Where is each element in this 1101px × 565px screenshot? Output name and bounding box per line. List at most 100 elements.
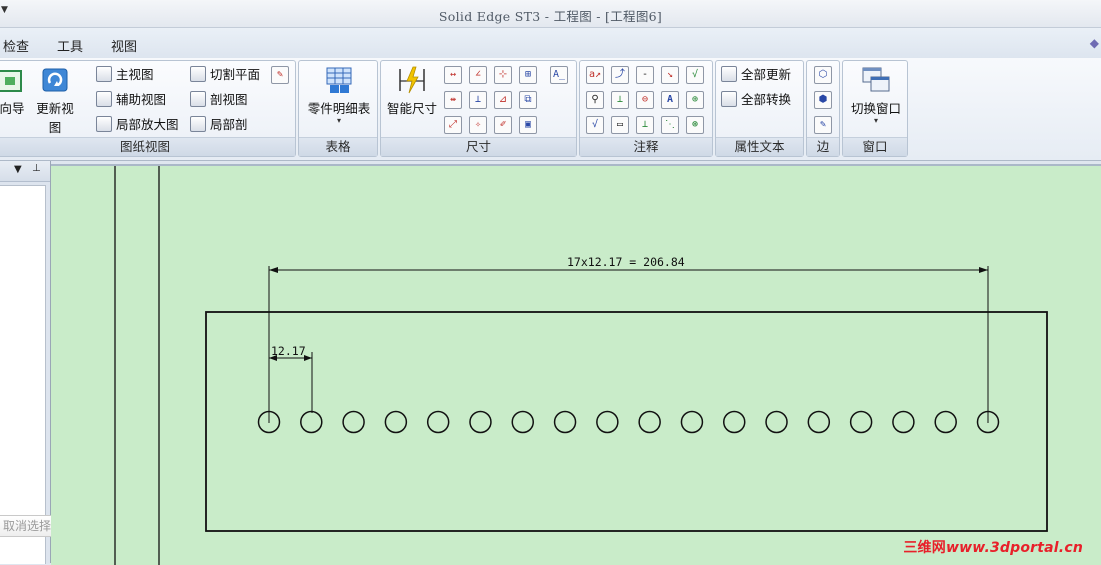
hole-circle[interactable] xyxy=(680,410,704,434)
broken-out-label: 局部剖 xyxy=(210,117,248,132)
hole-circle[interactable] xyxy=(596,410,619,434)
hole-circle[interactable] xyxy=(553,410,577,434)
angular-coordinate-icon[interactable]: ⊿ xyxy=(494,91,512,109)
part-outline[interactable] xyxy=(205,311,1048,532)
hole-circle[interactable] xyxy=(807,410,831,434)
edge-condition-icon[interactable]: √ xyxy=(586,116,604,134)
hole-circle[interactable] xyxy=(511,410,535,434)
aux-view-icon xyxy=(96,91,112,107)
smart-dimension-button[interactable]: 智能尺寸 xyxy=(384,65,440,117)
convert-all-label: 全部转换 xyxy=(741,92,792,107)
callout-icon[interactable]: a↗ xyxy=(586,66,604,84)
retrieve-dimension-icon[interactable]: ⧉ xyxy=(519,91,537,109)
view-wizard-button[interactable]: 向导 xyxy=(0,65,29,117)
datum-frame-icon[interactable]: ⊥ xyxy=(611,91,629,109)
detail-view-button[interactable]: 局部放大图 xyxy=(96,115,179,135)
hole-circle[interactable] xyxy=(849,410,873,434)
center-line-icon[interactable]: ⟂ xyxy=(636,116,654,134)
leader-icon[interactable]: ⤴ xyxy=(611,66,629,84)
angle-dimension-icon[interactable]: ∠ xyxy=(469,66,487,84)
hole-circle[interactable] xyxy=(384,410,408,434)
chamfer-dimension-icon[interactable]: ⊞ xyxy=(519,66,537,84)
dimension-style-icon[interactable]: ✧ xyxy=(469,116,487,134)
panel-header: ▼ ⊥ xyxy=(0,161,50,182)
weld-symbol-icon[interactable]: ↘ xyxy=(661,66,679,84)
symmetric-diameter-icon[interactable]: ⇹ xyxy=(444,91,462,109)
ribbon: 向导 更新视图 主视图 辅助视图 局部放大图 切割平面 ✎ 剖视图 局部剖 图纸… xyxy=(0,58,1101,161)
cutting-plane-label: 切割平面 xyxy=(210,67,261,82)
update-views-button[interactable]: 更新视图 xyxy=(31,65,79,136)
switch-window-label: 切换窗口 xyxy=(850,101,901,116)
dimension-group-icon[interactable]: ▣ xyxy=(519,116,537,134)
aux-view-button[interactable]: 辅助视图 xyxy=(96,90,166,110)
feature-control-frame-icon[interactable]: -A- xyxy=(636,66,654,84)
hole-circle[interactable] xyxy=(300,410,323,434)
update-all-button[interactable]: 全部更新 xyxy=(721,65,791,85)
copy-dimension-icon[interactable]: ✐ xyxy=(494,116,512,134)
hide-edges-cube-icon[interactable]: ⬢ xyxy=(814,91,832,109)
main-view-button[interactable]: 主视图 xyxy=(96,65,154,85)
group-annotation-label: 注释 xyxy=(580,137,712,156)
panel-pin-icon[interactable]: ⊥ xyxy=(32,163,41,174)
bolt-hole-circle-icon[interactable]: ⋱ xyxy=(661,116,679,134)
hole-circle[interactable] xyxy=(469,410,492,434)
cross-hatch-icon[interactable]: ▭ xyxy=(611,116,629,134)
cutting-plane-icon xyxy=(190,66,206,82)
cancel-selection-button[interactable]: 取消选择 xyxy=(0,515,57,537)
main-view-label: 主视图 xyxy=(116,67,154,82)
pitch-dimension-text[interactable]: 12.17 xyxy=(271,344,306,358)
hole-circle[interactable] xyxy=(892,410,915,434)
hole-circle[interactable] xyxy=(426,410,450,434)
group-dimension-label: 尺寸 xyxy=(381,137,576,156)
coordinate-dimension-icon[interactable]: ⊹ xyxy=(494,66,512,84)
edge-painter-icon[interactable]: ✎ xyxy=(814,116,832,134)
main-view-icon xyxy=(96,66,112,82)
show-edges-cube-icon[interactable]: ⬡ xyxy=(814,66,832,84)
group-property-text-label: 属性文本 xyxy=(716,137,803,156)
title-bar: ▼ Solid Edge ST3 - 工程图 - [工程图6] xyxy=(0,0,1101,28)
help-diamond-icon[interactable]: ◆ xyxy=(1090,36,1099,50)
hole-table-icon[interactable]: ⊛ xyxy=(686,116,704,134)
update-all-icon xyxy=(721,66,737,82)
dimension-axis-icon[interactable]: ⤢ xyxy=(444,116,462,134)
text-box-icon[interactable]: A xyxy=(661,91,679,109)
parts-list-dropdown-icon[interactable]: ▾ xyxy=(301,117,377,125)
pencil-icon[interactable]: ✎ xyxy=(271,66,289,84)
switch-window-button[interactable]: 切换窗口 ▾ xyxy=(845,65,907,125)
distance-between-icon[interactable]: ↔ xyxy=(444,66,462,84)
dimension-arrow xyxy=(979,267,988,273)
menu-inspect[interactable]: 检查 xyxy=(3,36,29,55)
panel-menu-icon[interactable]: ▼ xyxy=(14,164,22,175)
section-view-label: 剖视图 xyxy=(210,92,248,107)
datum-target-icon[interactable]: ⊖ xyxy=(636,91,654,109)
stack-dimension-icon[interactable]: ⊥ xyxy=(469,91,487,109)
drawing-canvas[interactable]: 17x12.17 = 206.84 12.17 xyxy=(51,164,1101,565)
center-mark-icon[interactable]: ⊕ xyxy=(686,91,704,109)
aux-view-label: 辅助视图 xyxy=(116,92,167,107)
cutting-plane-button[interactable]: 切割平面 xyxy=(190,65,260,85)
surface-texture-icon[interactable]: √ xyxy=(686,66,704,84)
hole-circle[interactable] xyxy=(342,410,365,434)
convert-all-button[interactable]: 全部转换 xyxy=(721,90,791,110)
section-view-button[interactable]: 剖视图 xyxy=(190,90,248,110)
switch-window-dropdown-icon[interactable]: ▾ xyxy=(845,117,907,125)
balloon-icon[interactable]: ⚲ xyxy=(586,91,604,109)
view-wizard-icon xyxy=(0,70,22,92)
hole-circle[interactable] xyxy=(638,410,661,434)
convert-all-icon xyxy=(721,91,737,107)
detail-view-label: 局部放大图 xyxy=(116,117,179,132)
switch-window-icon xyxy=(862,67,890,92)
broken-out-button[interactable]: 局部剖 xyxy=(190,115,248,135)
update-all-label: 全部更新 xyxy=(741,67,792,82)
menu-tools[interactable]: 工具 xyxy=(57,36,83,55)
menu-view[interactable]: 视图 xyxy=(111,36,137,55)
hole-circle[interactable] xyxy=(722,410,746,434)
hole-circle[interactable] xyxy=(765,410,788,434)
dimension-text-icon[interactable]: A̲ xyxy=(550,66,568,84)
watermark-brand: 三维网 xyxy=(903,540,946,556)
parts-list-label: 零件明细表 xyxy=(307,101,371,116)
overall-dimension-text[interactable]: 17x12.17 = 206.84 xyxy=(567,255,685,269)
watermark-url: www.3dportal.cn xyxy=(945,540,1083,556)
hole-circle[interactable] xyxy=(934,410,957,434)
parts-list-button[interactable]: 零件明细表 ▾ xyxy=(301,65,377,125)
